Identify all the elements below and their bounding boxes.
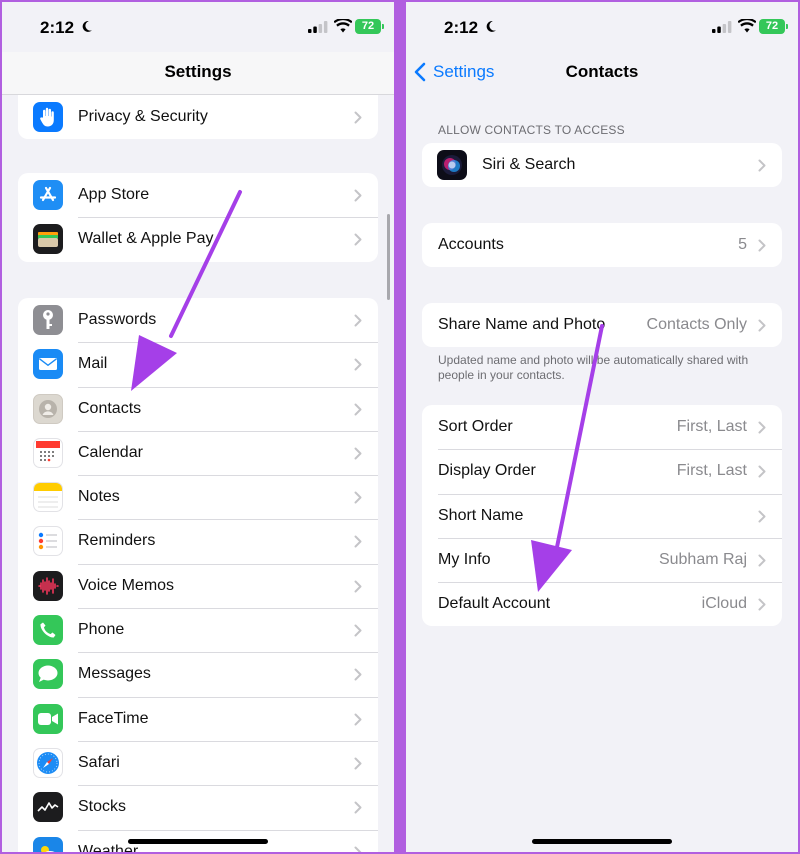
- annotation-arrow: [531, 324, 604, 592]
- settings-screen: 2:12 72 Settings Privacy & Security App …: [2, 2, 394, 852]
- annotation-arrow: [131, 190, 242, 391]
- contacts-settings-screen: 2:12 72 Settings Contacts ALLOW CONTACTS…: [406, 2, 798, 852]
